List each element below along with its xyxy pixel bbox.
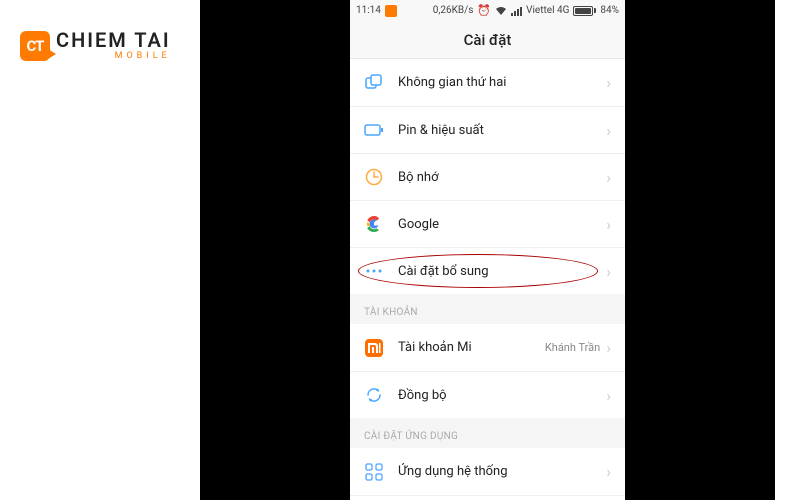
second-space-icon [364, 73, 384, 93]
status-right: 0,26KB/s ⏰ Viettel 4G 84% [433, 4, 619, 17]
status-time: 11:14 [356, 5, 381, 16]
logo-badge: CT [20, 31, 50, 61]
sync-icon [364, 385, 384, 405]
phone-screen: 11:14 0,26KB/s ⏰ Viettel 4G 84% Cài đặt [350, 0, 625, 500]
logo-sub: MOBILE [56, 52, 171, 61]
status-carrier: Viettel 4G [526, 5, 569, 16]
chevron-right-icon: › [606, 262, 611, 281]
chevron-right-icon: › [606, 338, 611, 357]
system-apps-icon [364, 462, 384, 482]
row-label: Tài khoản Mi [398, 340, 545, 355]
row-label: Pin & hiệu suất [398, 123, 606, 138]
status-speed: 0,26KB/s [433, 5, 474, 16]
site-logo: CT CHIEM TAI MOBILE [20, 30, 171, 61]
status-left: 11:14 [356, 5, 397, 17]
row-label: Đồng bộ [398, 388, 606, 403]
row-label: Cài đặt bổ sung [398, 264, 606, 279]
row-label: Ứng dụng hệ thống [398, 464, 606, 479]
row-mi-account[interactable]: Tài khoản Mi Khánh Trần › [350, 324, 625, 371]
wifi-icon [495, 6, 507, 16]
status-battery: 84% [600, 5, 619, 16]
section-system: Không gian thứ hai › Pin & hiệu suất › B… [350, 59, 625, 294]
row-sync[interactable]: Đồng bộ › [350, 371, 625, 418]
section-header-app-settings: CÀI ĐẶT ỨNG DỤNG [350, 418, 625, 448]
screenshot-frame: 11:14 0,26KB/s ⏰ Viettel 4G 84% Cài đặt [200, 0, 775, 500]
alarm-icon: ⏰ [477, 4, 491, 17]
chevron-right-icon: › [606, 168, 611, 187]
chevron-right-icon: › [606, 462, 611, 481]
more-icon [364, 261, 384, 281]
google-icon [364, 214, 384, 234]
logo-text: CHIEM TAI MOBILE [56, 30, 171, 61]
row-additional-settings[interactable]: Cài đặt bổ sung › [350, 247, 625, 294]
battery-perf-icon [364, 120, 384, 140]
row-label: Bộ nhớ [398, 170, 606, 185]
logo-brand: CHIEM TAI [56, 30, 171, 50]
section-app-settings: Ứng dụng hệ thống › Ứng dụng › [350, 448, 625, 500]
row-battery-perf[interactable]: Pin & hiệu suất › [350, 106, 625, 153]
battery-icon [573, 6, 596, 16]
row-apps[interactable]: Ứng dụng › [350, 495, 625, 500]
chevron-right-icon: › [606, 386, 611, 405]
chevron-right-icon: › [606, 121, 611, 140]
section-header-accounts: TÀI KHOẢN [350, 294, 625, 324]
row-memory[interactable]: Bộ nhớ › [350, 153, 625, 200]
row-meta: Khánh Trần [545, 341, 600, 354]
row-system-apps[interactable]: Ứng dụng hệ thống › [350, 448, 625, 495]
notification-icon [385, 5, 397, 17]
row-label: Google [398, 217, 606, 232]
chevron-right-icon: › [606, 73, 611, 92]
page-title: Cài đặt [350, 21, 625, 59]
status-bar: 11:14 0,26KB/s ⏰ Viettel 4G 84% [350, 0, 625, 21]
memory-icon [364, 167, 384, 187]
row-label: Không gian thứ hai [398, 75, 606, 90]
settings-list[interactable]: Không gian thứ hai › Pin & hiệu suất › B… [350, 59, 625, 500]
section-accounts: Tài khoản Mi Khánh Trần › Đồng bộ › [350, 324, 625, 418]
row-second-space[interactable]: Không gian thứ hai › [350, 59, 625, 106]
row-google[interactable]: Google › [350, 200, 625, 247]
chevron-right-icon: › [606, 215, 611, 234]
signal-icon [511, 6, 522, 16]
mi-icon [364, 338, 384, 358]
